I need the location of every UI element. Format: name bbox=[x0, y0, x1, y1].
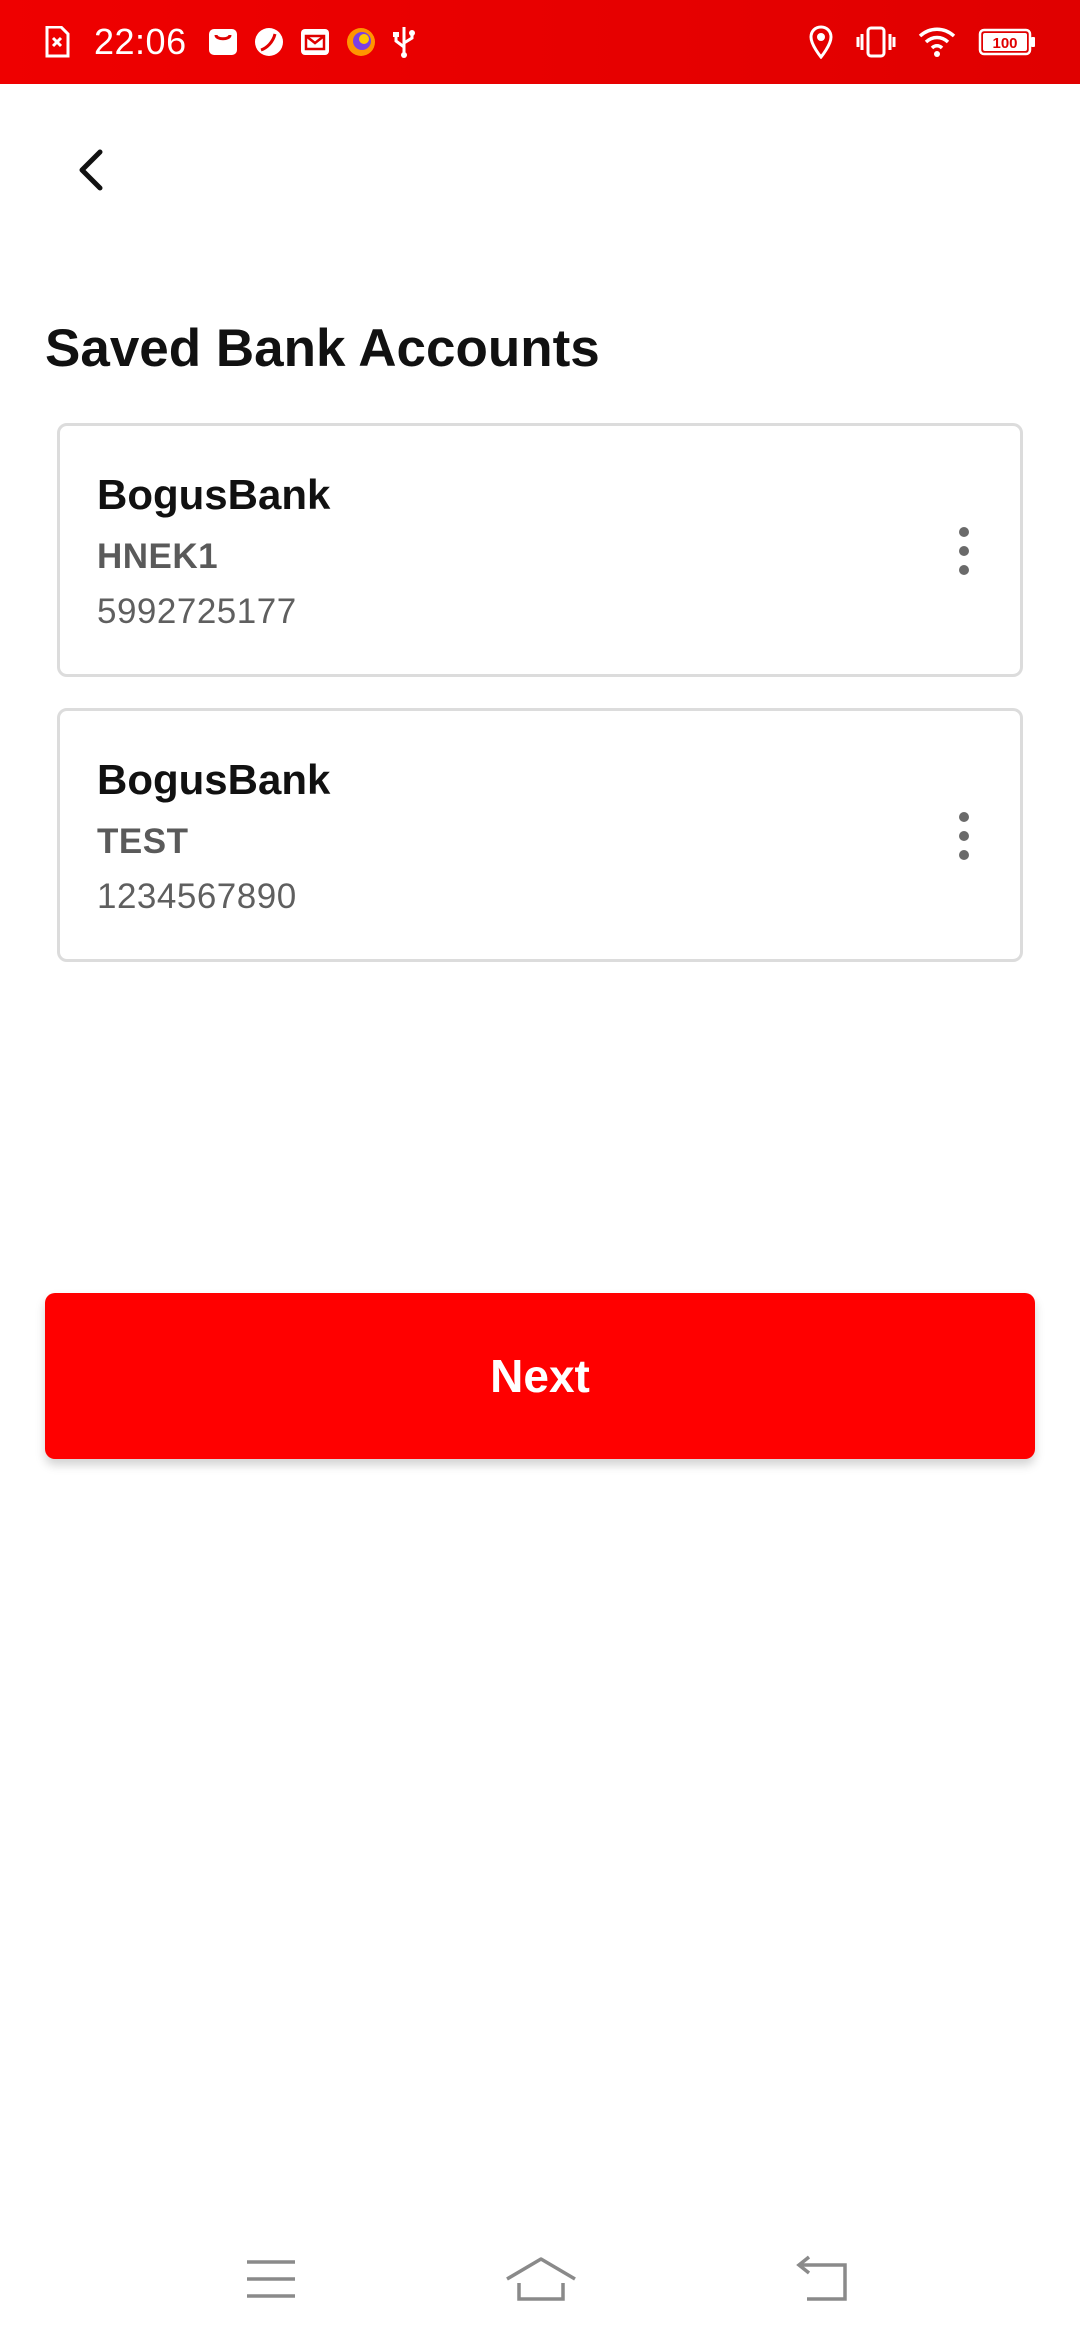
usb-icon bbox=[391, 25, 417, 59]
account-number: 5992725177 bbox=[97, 592, 297, 631]
system-nav-bar bbox=[0, 2220, 1080, 2340]
mail-bag-icon bbox=[207, 26, 239, 58]
bank-name: BogusBank bbox=[97, 756, 331, 803]
status-bar-right: 100 bbox=[786, 0, 1036, 84]
battery-icon: 100 bbox=[978, 28, 1036, 56]
account-holder-name: HNEK1 bbox=[97, 537, 219, 576]
location-icon bbox=[808, 25, 834, 59]
screen: 22:06 100 Saved Bank Accounts BogusBank … bbox=[0, 0, 1080, 2340]
account-holder-name: TEST bbox=[97, 822, 189, 861]
more-vertical-icon[interactable] bbox=[944, 806, 984, 866]
kebab-dot bbox=[959, 812, 969, 822]
bank-name: BogusBank bbox=[97, 471, 331, 518]
calendar-mail-icon bbox=[299, 26, 331, 58]
status-bar-left: 22:06 bbox=[44, 0, 431, 84]
kebab-dot bbox=[959, 831, 969, 841]
leaf-icon bbox=[253, 26, 285, 58]
status-time: 22:06 bbox=[94, 21, 187, 62]
chevron-left-icon bbox=[79, 149, 103, 191]
back-button[interactable] bbox=[60, 138, 124, 202]
status-bar: 22:06 100 bbox=[0, 0, 1080, 84]
kebab-dot bbox=[959, 565, 969, 575]
back-icon[interactable] bbox=[778, 2244, 868, 2314]
kebab-dot bbox=[959, 850, 969, 860]
next-button-label: Next bbox=[490, 1350, 590, 1402]
next-button[interactable]: Next bbox=[45, 1293, 1035, 1459]
sim-error-icon bbox=[44, 26, 70, 58]
firefox-icon bbox=[345, 26, 377, 58]
battery-level: 100 bbox=[992, 35, 1017, 52]
vibrate-icon bbox=[856, 26, 896, 58]
home-icon[interactable] bbox=[496, 2244, 586, 2314]
menu-icon[interactable] bbox=[226, 2244, 316, 2314]
kebab-dot bbox=[959, 546, 969, 556]
wifi-icon bbox=[918, 26, 956, 58]
account-card[interactable]: BogusBank HNEK1 5992725177 bbox=[57, 423, 1023, 677]
page-title: Saved Bank Accounts bbox=[45, 319, 600, 378]
account-number: 1234567890 bbox=[97, 877, 297, 916]
more-vertical-icon[interactable] bbox=[944, 521, 984, 581]
account-card[interactable]: BogusBank TEST 1234567890 bbox=[57, 708, 1023, 962]
kebab-dot bbox=[959, 527, 969, 537]
